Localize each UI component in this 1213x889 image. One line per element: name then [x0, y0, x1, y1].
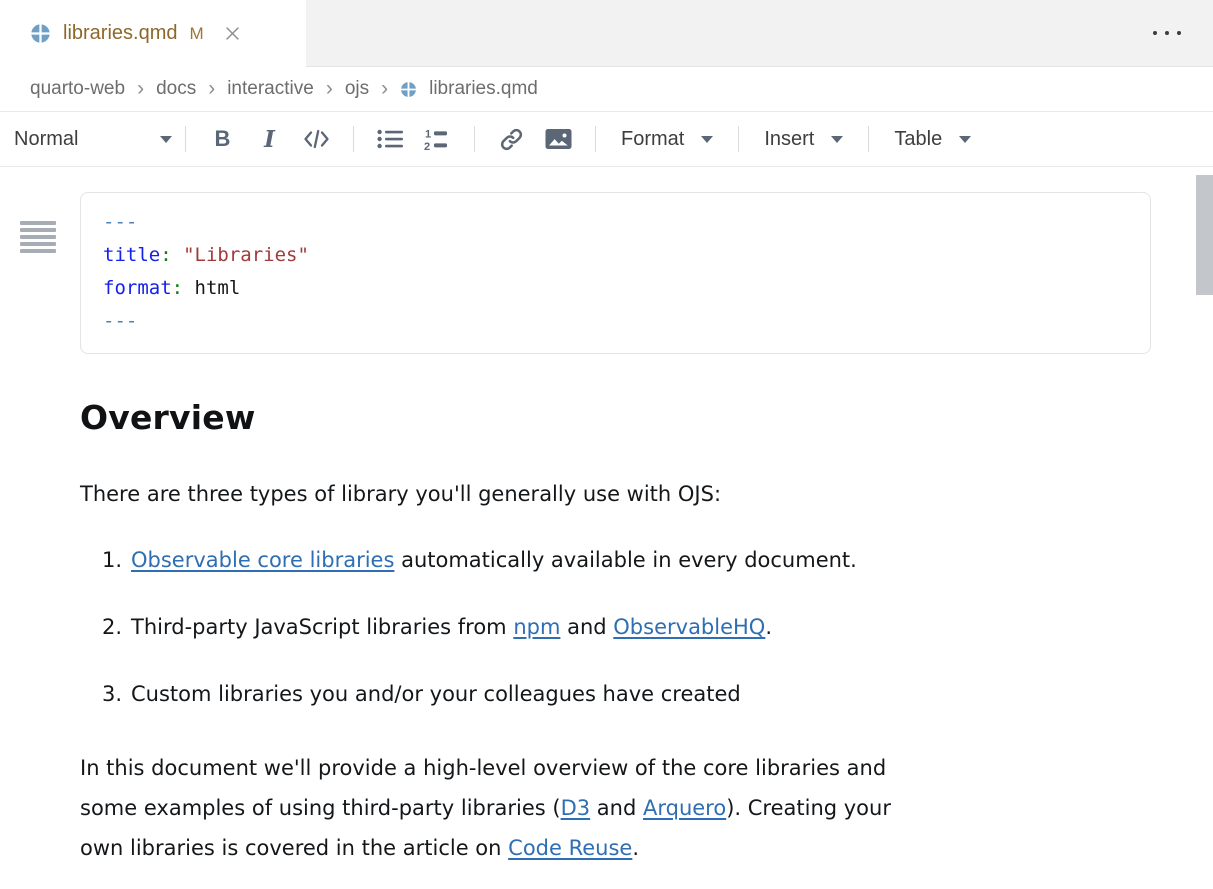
italic-icon: I [264, 126, 275, 153]
svg-text:1: 1 [425, 128, 431, 140]
format-toolbar: Normal B I 1 [0, 112, 1213, 167]
intro-paragraph[interactable]: There are three types of library you'll … [80, 482, 1151, 506]
link-observablehq[interactable]: ObservableHQ [613, 615, 765, 639]
editor-canvas: ---title: "Libraries"format: html--- Ove… [0, 192, 1213, 868]
list-item[interactable]: 3.Custom libraries you and/or your colle… [80, 681, 1151, 708]
bold-button[interactable]: B [199, 118, 246, 160]
tab-title: libraries.qmd [63, 22, 177, 45]
link-npm[interactable]: npm [513, 615, 560, 639]
list-item[interactable]: 1.Observable core libraries automaticall… [80, 547, 1151, 574]
code-button[interactable] [293, 118, 340, 160]
tab-bar: libraries.qmd M [0, 0, 1213, 67]
toolbar-divider [185, 126, 186, 152]
insert-image-button[interactable] [535, 118, 582, 160]
breadcrumb-item-interactive[interactable]: interactive [227, 78, 314, 100]
italic-button[interactable]: I [246, 118, 293, 160]
list-item[interactable]: 2.Third-party JavaScript libraries from … [80, 614, 1151, 641]
list-item-number: 3. [80, 681, 122, 708]
chevron-down-icon [831, 136, 843, 143]
svg-text:2: 2 [424, 141, 430, 151]
drag-handle-icon[interactable] [20, 218, 56, 256]
tab-strip-empty [306, 0, 1213, 67]
scrollbar-thumb[interactable] [1196, 175, 1213, 295]
breadcrumb-item-quarto-web[interactable]: quarto-web [30, 78, 125, 100]
toolbar-divider [353, 126, 354, 152]
tab-libraries-qmd[interactable]: libraries.qmd M [0, 0, 306, 67]
heading-overview[interactable]: Overview [80, 398, 1151, 437]
chevron-right-icon: › [208, 78, 215, 101]
chevron-right-icon: › [137, 78, 144, 101]
modified-badge: M [189, 24, 203, 44]
chevron-down-icon [959, 136, 971, 143]
quarto-icon [400, 81, 417, 98]
closing-paragraph[interactable]: In this document we'll provide a high-le… [80, 748, 1151, 868]
link-icon [499, 127, 524, 152]
bullet-list-button[interactable] [367, 118, 414, 160]
breadcrumb-item-docs[interactable]: docs [156, 78, 196, 100]
more-actions-icon[interactable] [1151, 25, 1183, 41]
bold-icon: B [215, 126, 231, 152]
numbered-list-button[interactable]: 1 2 [414, 118, 461, 160]
yaml-metadata-block[interactable]: ---title: "Libraries"format: html--- [80, 192, 1151, 354]
visual-editor-window: libraries.qmd M quarto-web › docs › inte… [0, 0, 1213, 889]
chevron-down-icon [701, 136, 713, 143]
format-menu-label: Format [621, 128, 684, 151]
bullet-list-icon [377, 128, 404, 150]
link-observable-core-libraries[interactable]: Observable core libraries [131, 548, 394, 572]
link-arquero[interactable]: Arquero [643, 796, 726, 820]
quarto-icon [30, 23, 51, 44]
list-item-number: 1. [80, 547, 122, 574]
insert-menu-label: Insert [764, 128, 814, 151]
code-icon [303, 128, 330, 150]
table-menu[interactable]: Table [882, 128, 983, 151]
link-code-reuse[interactable]: Code Reuse [508, 836, 632, 860]
toolbar-divider [738, 126, 739, 152]
library-types-list: 1.Observable core libraries automaticall… [80, 547, 1151, 708]
paragraph-style-value: Normal [14, 128, 78, 151]
format-menu[interactable]: Format [609, 128, 725, 151]
close-icon[interactable] [225, 26, 240, 41]
list-item-number: 2. [80, 614, 122, 641]
breadcrumb: quarto-web › docs › interactive › ojs › … [0, 67, 1213, 112]
chevron-down-icon [160, 136, 172, 143]
image-icon [545, 128, 572, 150]
toolbar-divider [474, 126, 475, 152]
insert-menu[interactable]: Insert [752, 128, 855, 151]
breadcrumb-item-ojs[interactable]: ojs [345, 78, 369, 100]
chevron-right-icon: › [326, 78, 333, 101]
table-menu-label: Table [894, 128, 942, 151]
breadcrumb-item-libraries-qmd[interactable]: libraries.qmd [429, 78, 538, 100]
chevron-right-icon: › [381, 78, 388, 101]
insert-link-button[interactable] [488, 118, 535, 160]
paragraph-style-select[interactable]: Normal [14, 128, 172, 151]
link-d3[interactable]: D3 [561, 796, 591, 820]
toolbar-divider [595, 126, 596, 152]
toolbar-divider [868, 126, 869, 152]
numbered-list-icon: 1 2 [424, 128, 451, 151]
